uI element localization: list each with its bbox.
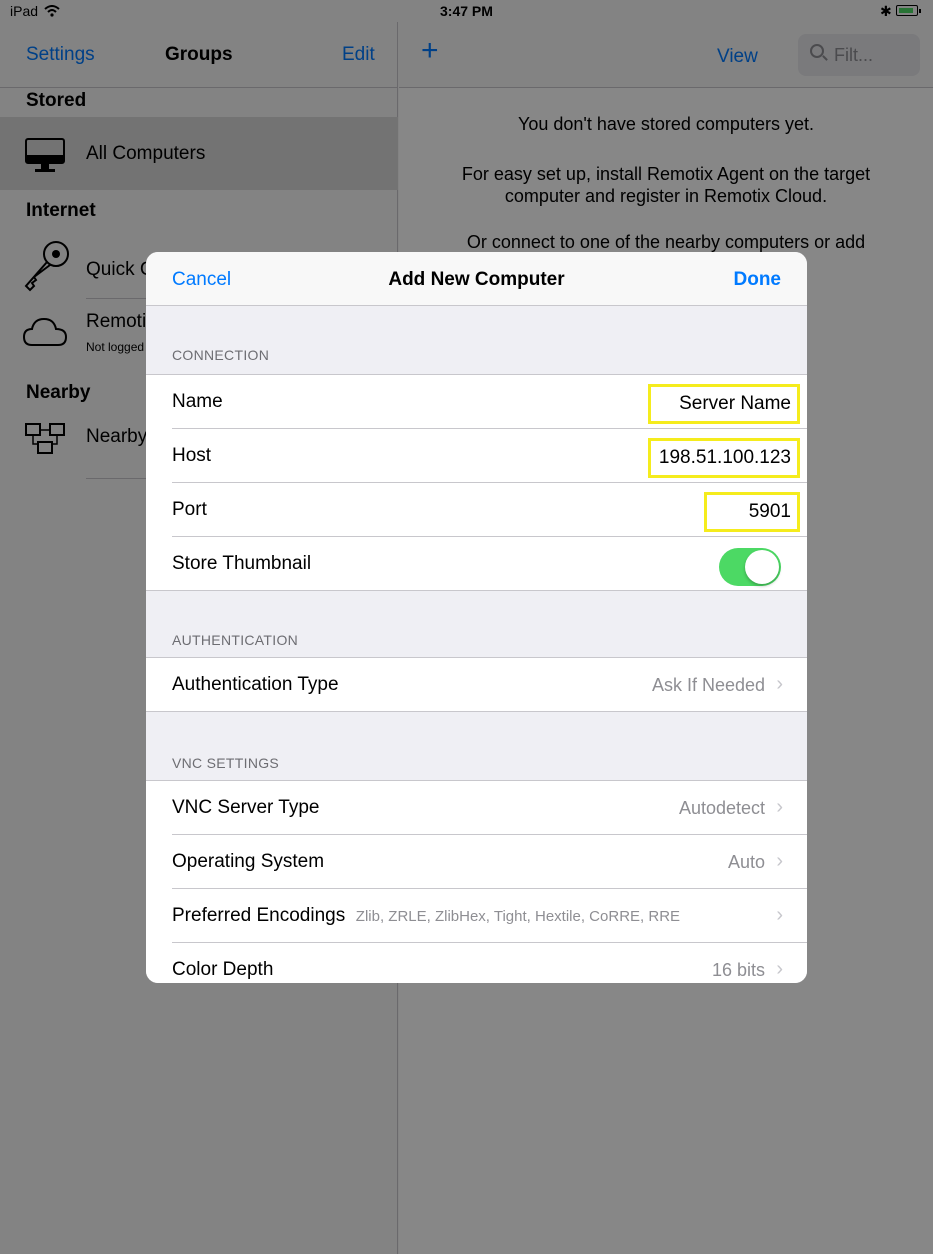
row-label: Store Thumbnail bbox=[172, 553, 312, 574]
name-row[interactable]: Name Server Name bbox=[146, 375, 807, 429]
row-label: Authentication Type bbox=[172, 674, 339, 695]
row-value: 16 bits bbox=[711, 960, 765, 980]
row-label: Color Depth bbox=[172, 959, 274, 980]
vnc-server-type-row[interactable]: VNC Server Type Autodetect › bbox=[146, 781, 807, 835]
row-label: Port bbox=[172, 499, 207, 520]
row-value: Auto bbox=[727, 852, 765, 872]
done-button[interactable]: Done bbox=[734, 269, 782, 291]
row-label: VNC Server Type bbox=[172, 797, 320, 818]
row-label: Host bbox=[172, 445, 212, 466]
color-depth-row[interactable]: Color Depth 16 bits › bbox=[146, 943, 807, 983]
row-label: Name bbox=[172, 391, 223, 412]
encodings-label: Preferred Encodings bbox=[172, 905, 346, 926]
row-value: Autodetect bbox=[678, 798, 765, 818]
cancel-button[interactable]: Cancel bbox=[172, 269, 231, 291]
chevron-right-icon: › bbox=[776, 958, 783, 980]
chevron-right-icon: › bbox=[776, 904, 783, 926]
row-label: Preferred Encodings Zlib, ZRLE, ZlibHex,… bbox=[172, 905, 680, 927]
divider bbox=[146, 711, 807, 712]
dialog-nav: Cancel Add New Computer Done bbox=[146, 252, 807, 306]
host-row[interactable]: Host 198.51.100.123 bbox=[146, 429, 807, 483]
section-header-authentication: AUTHENTICATION bbox=[172, 632, 299, 648]
encodings-value: Zlib, ZRLE, ZlibHex, Tight, Hextile, CoR… bbox=[355, 908, 681, 925]
store-thumbnail-row: Store Thumbnail bbox=[146, 537, 807, 591]
row-value: Ask If Needed bbox=[651, 675, 765, 695]
operating-system-row[interactable]: Operating System Auto › bbox=[146, 835, 807, 889]
chevron-right-icon: › bbox=[776, 850, 783, 872]
section-header-connection: CONNECTION bbox=[172, 347, 270, 363]
dialog-title: Add New Computer bbox=[388, 269, 565, 290]
section-header-vnc: VNC SETTINGS bbox=[172, 755, 280, 771]
port-row[interactable]: Port 5901 bbox=[146, 483, 807, 537]
store-thumbnail-toggle[interactable] bbox=[719, 548, 781, 586]
name-field[interactable]: Server Name bbox=[648, 384, 800, 424]
divider bbox=[146, 590, 807, 591]
preferred-encodings-row[interactable]: Preferred Encodings Zlib, ZRLE, ZlibHex,… bbox=[146, 889, 807, 943]
chevron-right-icon: › bbox=[776, 673, 783, 695]
port-field[interactable]: 5901 bbox=[704, 492, 800, 532]
authentication-type-row[interactable]: Authentication Type Ask If Needed › bbox=[146, 658, 807, 712]
chevron-right-icon: › bbox=[776, 796, 783, 818]
add-computer-dialog: Cancel Add New Computer Done CONNECTION … bbox=[146, 252, 807, 983]
host-field[interactable]: 198.51.100.123 bbox=[648, 438, 800, 478]
row-label: Operating System bbox=[172, 851, 325, 872]
